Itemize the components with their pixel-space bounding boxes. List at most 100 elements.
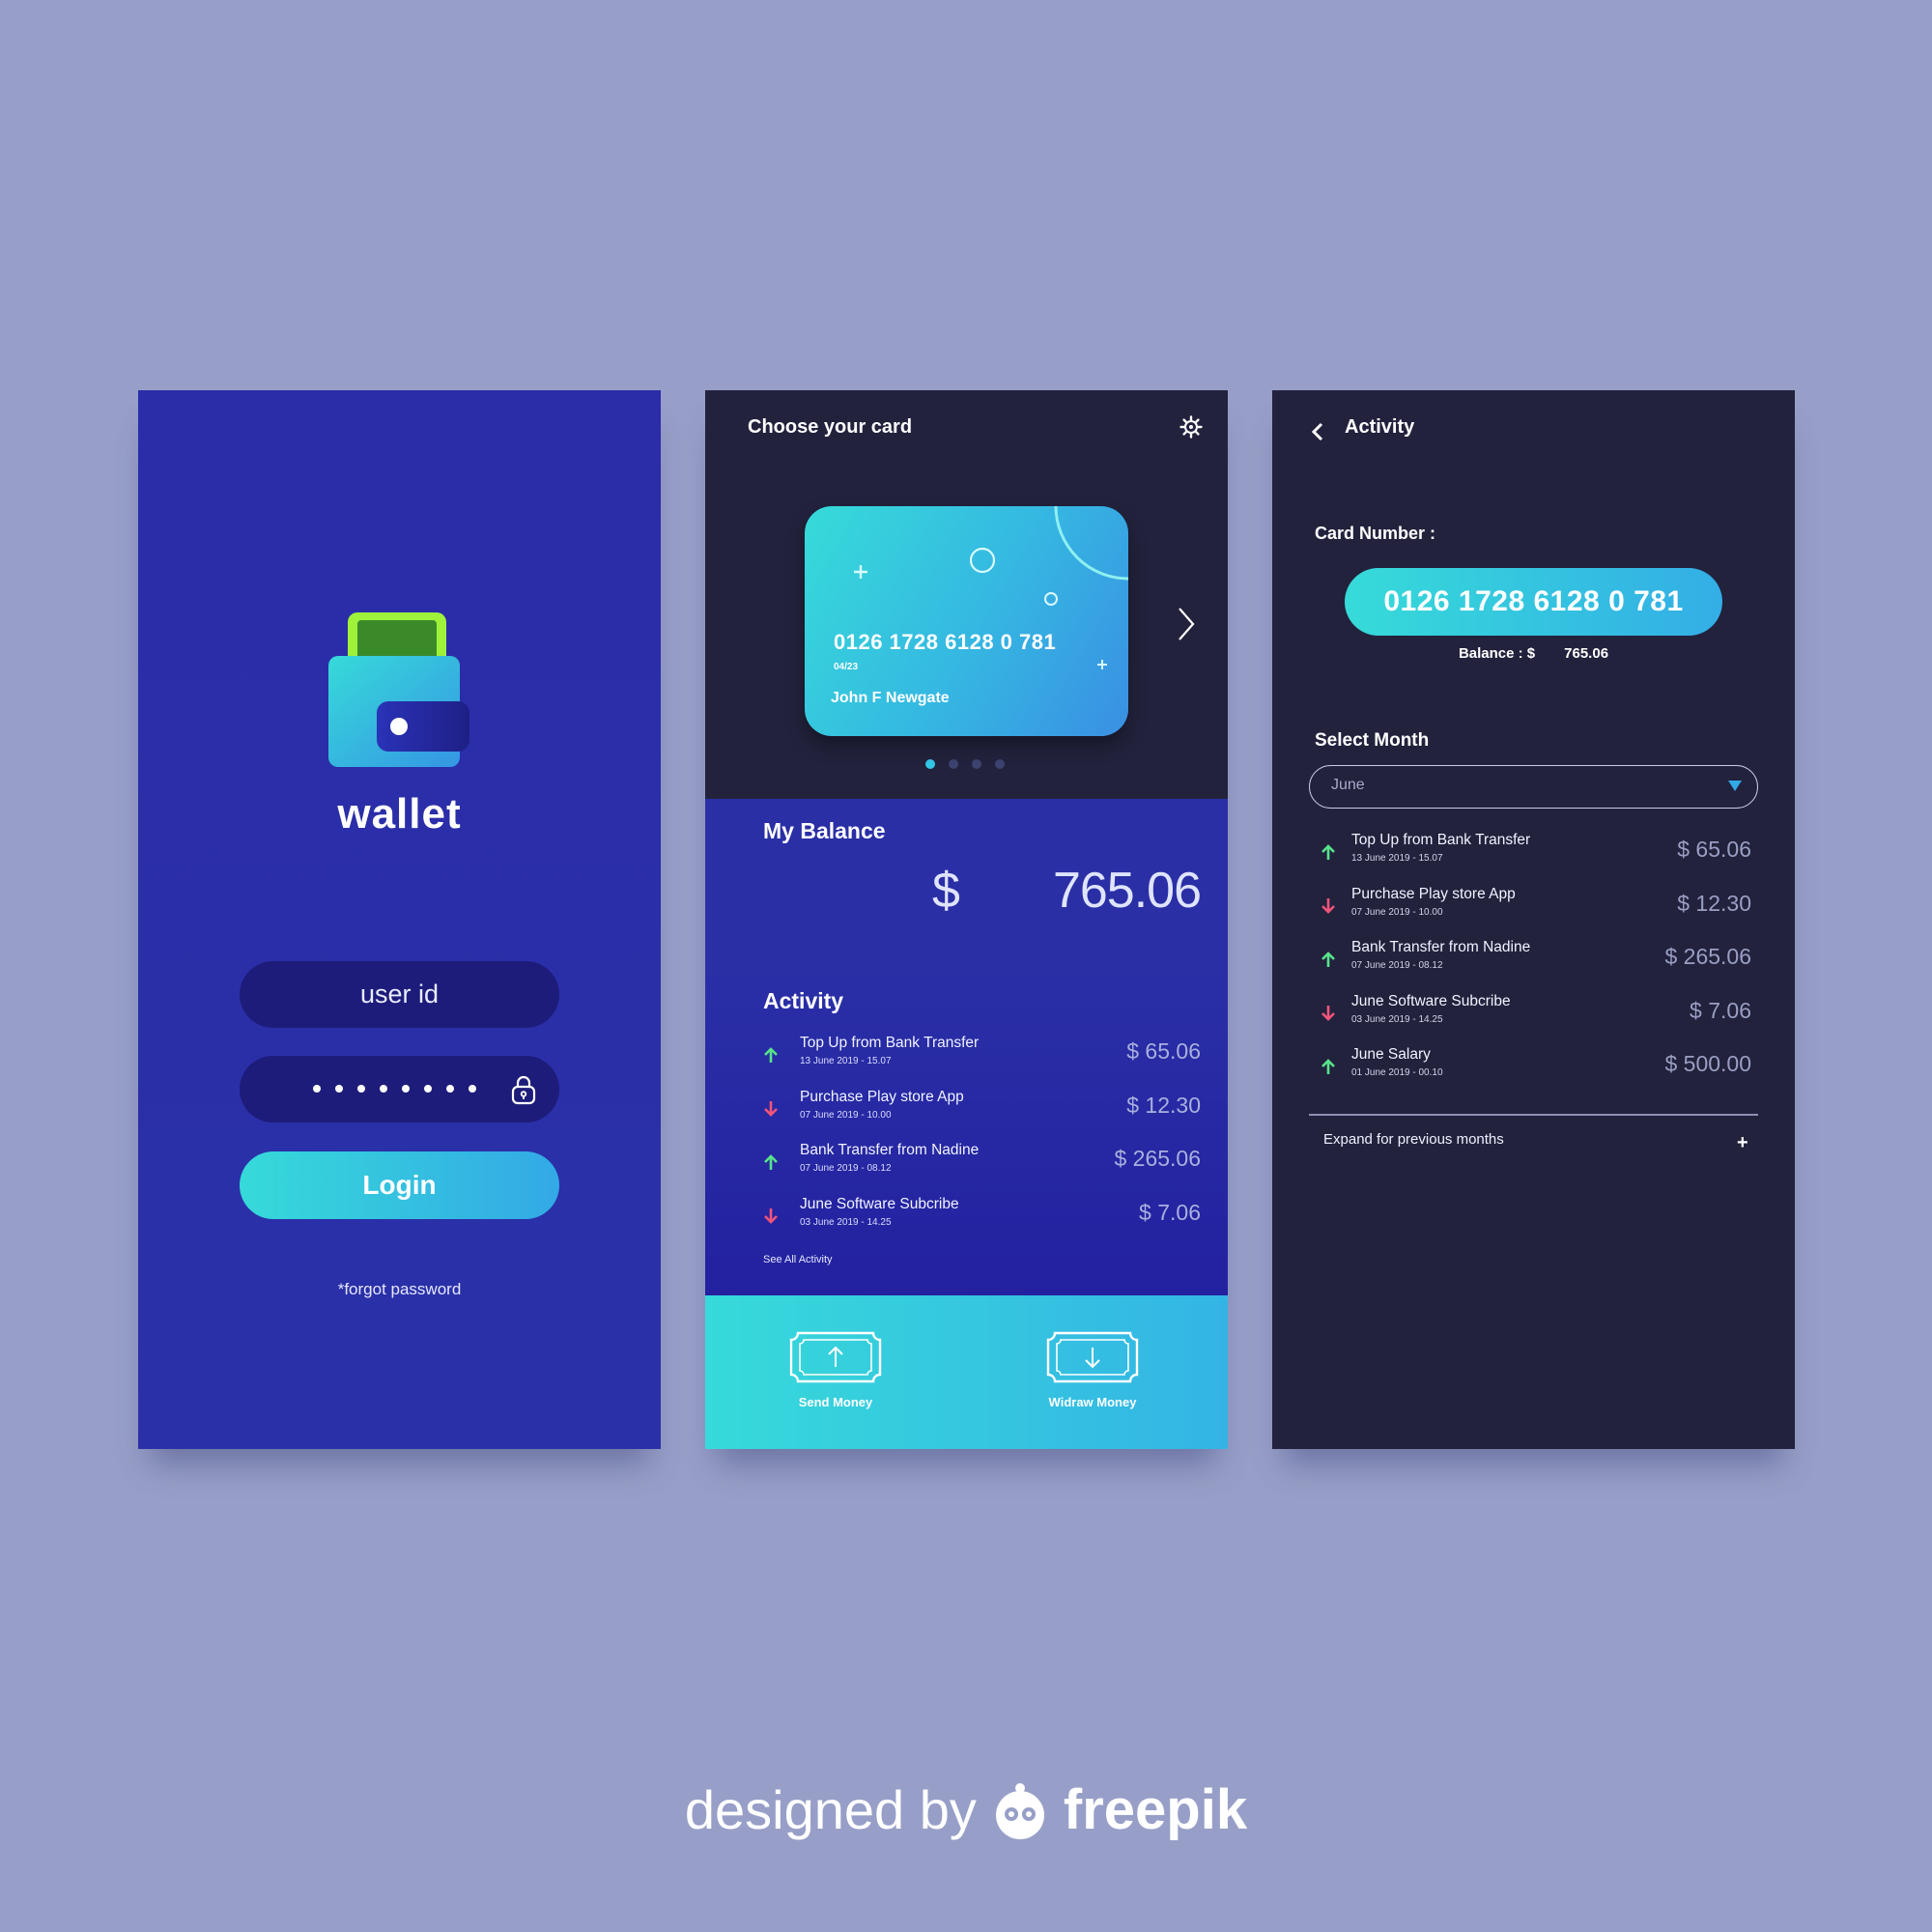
activity-item-name: Purchase Play store App (800, 1088, 964, 1105)
forgot-password-link[interactable]: *forgot password (138, 1280, 661, 1299)
withdraw-money-icon (1046, 1331, 1139, 1383)
password-input[interactable] (240, 1056, 559, 1122)
activity-item-date: 07 June 2019 - 10.00 (800, 1109, 892, 1121)
card-number-label: Card Number : (1315, 524, 1436, 543)
divider (1309, 1114, 1758, 1116)
login-button[interactable]: Login (240, 1151, 559, 1219)
activity-item-name: June Software Subcribe (1351, 992, 1511, 1009)
activity-item[interactable]: Top Up from Bank Transfer 13 June 2019 - … (1321, 832, 1751, 886)
user-id-input[interactable]: user id (240, 961, 559, 1028)
gear-icon[interactable] (1179, 415, 1203, 439)
dropdown-triangle-icon (1728, 781, 1742, 791)
activity-item-name: Bank Transfer from Nadine (800, 1142, 980, 1158)
card-number-pill: 0126 1728 6128 0 781 (1345, 568, 1722, 636)
activity-item-name: Top Up from Bank Transfer (800, 1035, 980, 1051)
activity-item[interactable]: Bank Transfer from Nadine 07 June 2019 - … (763, 1142, 1201, 1196)
month-select-value: June (1331, 777, 1365, 793)
select-month-label: Select Month (1315, 730, 1430, 751)
activity-item[interactable]: June Software Subcribe 03 June 2019 - 14.… (763, 1196, 1201, 1250)
pager-dot[interactable] (925, 759, 935, 769)
user-id-placeholder: user id (359, 980, 440, 1009)
send-money-label: Send Money (798, 1395, 873, 1409)
card-number: 0126 1728 6128 0 781 (834, 630, 1057, 654)
arrow-down-icon (1321, 1005, 1335, 1021)
action-bar: Send Money Widraw Money (705, 1295, 1228, 1449)
activity-item-name: Purchase Play store App (1351, 885, 1516, 902)
activity-item-date: 07 June 2019 - 08.12 (800, 1163, 892, 1174)
balance-label: Balance : $ (1458, 645, 1536, 662)
back-arrow-icon[interactable] (1311, 421, 1324, 442)
activity-item-date: 13 June 2019 - 15.07 (1351, 853, 1443, 864)
activity-item-amount: $ 65.06 (1126, 1038, 1201, 1064)
activity-item[interactable]: June Salary 01 June 2019 - 00.10 $ 500.00 (1321, 1046, 1751, 1106)
credit-line: designed by freepik (0, 1777, 1932, 1842)
withdraw-money-label: Widraw Money (1048, 1395, 1137, 1409)
arrow-up-icon (1321, 952, 1335, 967)
activity-section: Activity Top Up from Bank Transfer 13 Jun… (705, 971, 1228, 1295)
arrow-down-icon (764, 1100, 778, 1117)
card-pager[interactable] (925, 759, 1005, 769)
card-holder: John F Newgate (831, 690, 950, 706)
activity-item-date: 01 June 2019 - 00.10 (1351, 1067, 1443, 1078)
arrow-up-icon (1321, 1059, 1335, 1074)
balance-title: My Balance (763, 818, 886, 843)
activity-item-amount: $ 265.06 (1664, 944, 1751, 969)
activity-item[interactable]: Top Up from Bank Transfer 13 June 2019 - … (763, 1035, 1201, 1089)
activity-item-amount: $ 65.06 (1677, 837, 1751, 862)
withdraw-money-button[interactable]: Widraw Money (1025, 1330, 1160, 1409)
activity-item-name: June Salary (1351, 1046, 1431, 1063)
page-title: Choose your card (748, 416, 913, 438)
credit-card[interactable]: 0126 1728 6128 0 781 04/23 John F Newgat… (805, 506, 1128, 736)
arrow-up-icon (764, 1047, 778, 1063)
arrow-down-icon (1321, 897, 1335, 914)
activity-title: Activity (763, 988, 844, 1013)
pager-dot[interactable] (972, 759, 981, 769)
activity-list: Top Up from Bank Transfer 13 June 2019 - … (763, 1035, 1201, 1249)
activity-item-amount: $ 7.06 (1690, 997, 1751, 1023)
month-select[interactable]: June (1309, 765, 1758, 809)
pager-dot[interactable] (995, 759, 1005, 769)
activity-list: Top Up from Bank Transfer 13 June 2019 - … (1321, 832, 1751, 1106)
send-money-icon (789, 1331, 882, 1383)
activity-screen: Activity Card Number : 0126 1728 6128 0 … (1272, 390, 1795, 1449)
activity-item-date: 07 June 2019 - 08.12 (1351, 960, 1443, 971)
arrow-up-icon (1321, 844, 1335, 860)
activity-item-amount: $ 265.06 (1114, 1146, 1201, 1171)
activity-item-name: June Software Subcribe (800, 1195, 959, 1212)
arrow-down-icon (764, 1208, 778, 1224)
credit-prefix: designed by (684, 1779, 977, 1840)
expand-previous-months[interactable]: Expand for previous months (1323, 1131, 1504, 1148)
credit-brand: freepik (1063, 1778, 1248, 1841)
activity-item-amount: $ 12.30 (1677, 890, 1751, 916)
activity-item-date: 03 June 2019 - 14.25 (1351, 1013, 1443, 1025)
activity-item-date: 03 June 2019 - 14.25 (800, 1216, 892, 1228)
see-all-activity-link[interactable]: See All Activity (763, 1254, 833, 1265)
activity-item-date: 07 June 2019 - 10.00 (1351, 906, 1443, 918)
balance-value: 765.06 (1564, 645, 1609, 662)
login-screen: wallet user id Login *forgot password (138, 390, 661, 1449)
activity-item-name: Bank Transfer from Nadine (1351, 939, 1531, 955)
plus-icon[interactable]: + (1737, 1132, 1748, 1154)
activity-item[interactable]: Bank Transfer from Nadine 07 June 2019 - … (1321, 939, 1751, 993)
activity-item-amount: $ 500.00 (1664, 1051, 1751, 1076)
activity-item[interactable]: Purchase Play store App 07 June 2019 - 10… (763, 1089, 1201, 1143)
lock-icon (511, 1075, 536, 1105)
balance-line: Balance : $ 765.06 (1272, 645, 1795, 662)
activity-item-name: Top Up from Bank Transfer (1351, 832, 1531, 848)
activity-item-amount: $ 7.06 (1139, 1199, 1201, 1225)
freepik-mascot-icon (995, 1782, 1044, 1839)
cards-screen: Choose your card 0126 1728 6128 0 781 04… (705, 390, 1228, 1449)
send-money-button[interactable]: Send Money (768, 1330, 903, 1409)
arrow-up-icon (764, 1154, 778, 1170)
chevron-right-icon[interactable] (1175, 605, 1198, 643)
balance-currency: $ (932, 863, 960, 919)
activity-item[interactable]: Purchase Play store App 07 June 2019 - 10… (1321, 886, 1751, 940)
activity-item-date: 13 June 2019 - 15.07 (800, 1056, 892, 1066)
password-mask (313, 1085, 476, 1093)
pager-dot[interactable] (949, 759, 958, 769)
activity-item-amount: $ 12.30 (1126, 1092, 1201, 1118)
wallet-icon (328, 612, 469, 767)
activity-item[interactable]: June Software Subcribe 03 June 2019 - 14.… (1321, 993, 1751, 1047)
card-expiry: 04/23 (834, 662, 859, 672)
page-title: Activity (1345, 416, 1415, 438)
